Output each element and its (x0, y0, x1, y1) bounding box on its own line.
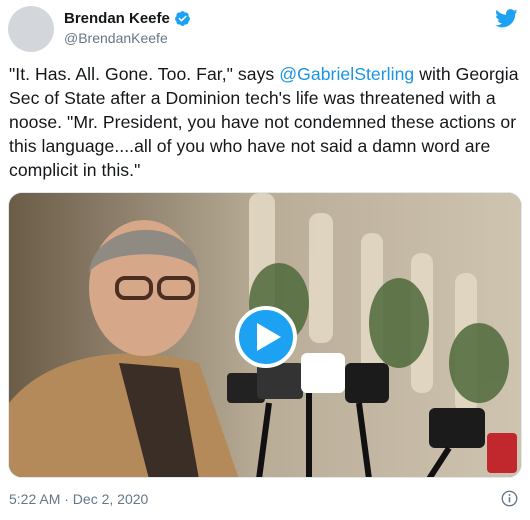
author-display-name[interactable]: Brendan Keefe (64, 10, 170, 27)
twitter-bird-icon[interactable] (495, 9, 518, 28)
author-handle[interactable]: @BrendanKeefe (64, 30, 168, 46)
play-button[interactable] (235, 306, 297, 368)
avatar[interactable] (8, 6, 54, 52)
tweet-text-before: "It. Has. All. Gone. Too. Far," says (9, 64, 280, 84)
video-player[interactable] (8, 192, 522, 478)
author-name-row: Brendan Keefe (64, 10, 191, 27)
verified-badge-icon (174, 11, 190, 26)
info-icon[interactable] (501, 490, 518, 507)
mention-link[interactable]: @GabrielSterling (279, 64, 414, 84)
tweet-text: "It. Has. All. Gone. Too. Far," says @Ga… (9, 62, 521, 182)
play-icon (256, 323, 281, 351)
tweet-timestamp[interactable]: 5:22 AM · Dec 2, 2020 (9, 491, 148, 507)
